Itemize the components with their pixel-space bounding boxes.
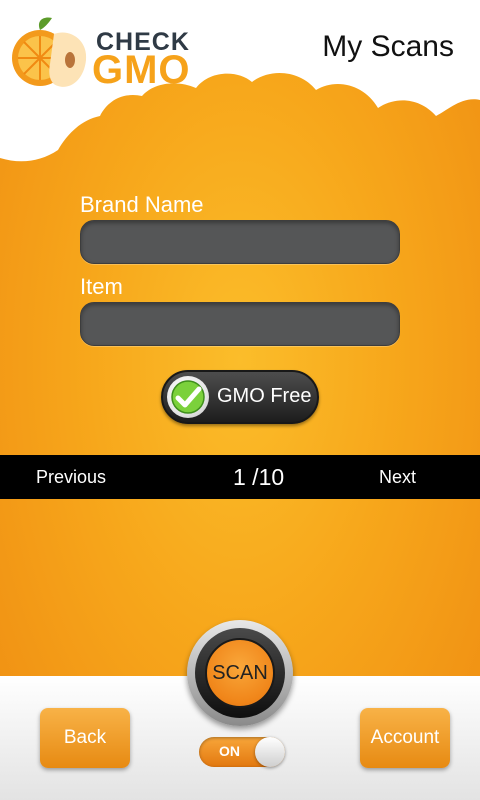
- toggle-knob[interactable]: [255, 737, 285, 767]
- previous-button[interactable]: Previous: [36, 467, 106, 488]
- scan-on-toggle[interactable]: ON: [199, 737, 285, 767]
- scan-button-bezel: SCAN: [195, 628, 285, 718]
- green-check-icon: [167, 376, 209, 418]
- item-label: Item: [80, 274, 123, 299]
- page-indicator: 1 /10: [233, 464, 285, 490]
- app-logo: CHECK GMO: [10, 14, 200, 94]
- scan-label: SCAN: [212, 662, 268, 684]
- brand-name-field[interactable]: [80, 220, 400, 264]
- next-button[interactable]: Next: [379, 467, 416, 488]
- toggle-state-label: ON: [219, 743, 240, 759]
- account-button[interactable]: Account: [360, 708, 450, 768]
- item-field[interactable]: [80, 302, 400, 346]
- gmo-free-button[interactable]: GMO Free: [161, 370, 319, 424]
- header: CHECK GMO My Scans: [0, 0, 480, 170]
- scan-button-face: SCAN: [205, 638, 275, 708]
- logo-gmo-text: GMO: [92, 48, 191, 92]
- scan-form: Brand Name Item: [80, 190, 400, 346]
- scan-button[interactable]: SCAN: [187, 620, 293, 726]
- brand-name-label: Brand Name: [80, 192, 204, 217]
- orange-apple-logo-icon: [12, 17, 87, 87]
- back-button[interactable]: Back: [40, 708, 130, 768]
- page-title: My Scans: [322, 30, 454, 63]
- gmo-free-label: GMO Free: [217, 385, 312, 407]
- pager-bar: Previous 1 /10 Next: [0, 455, 480, 499]
